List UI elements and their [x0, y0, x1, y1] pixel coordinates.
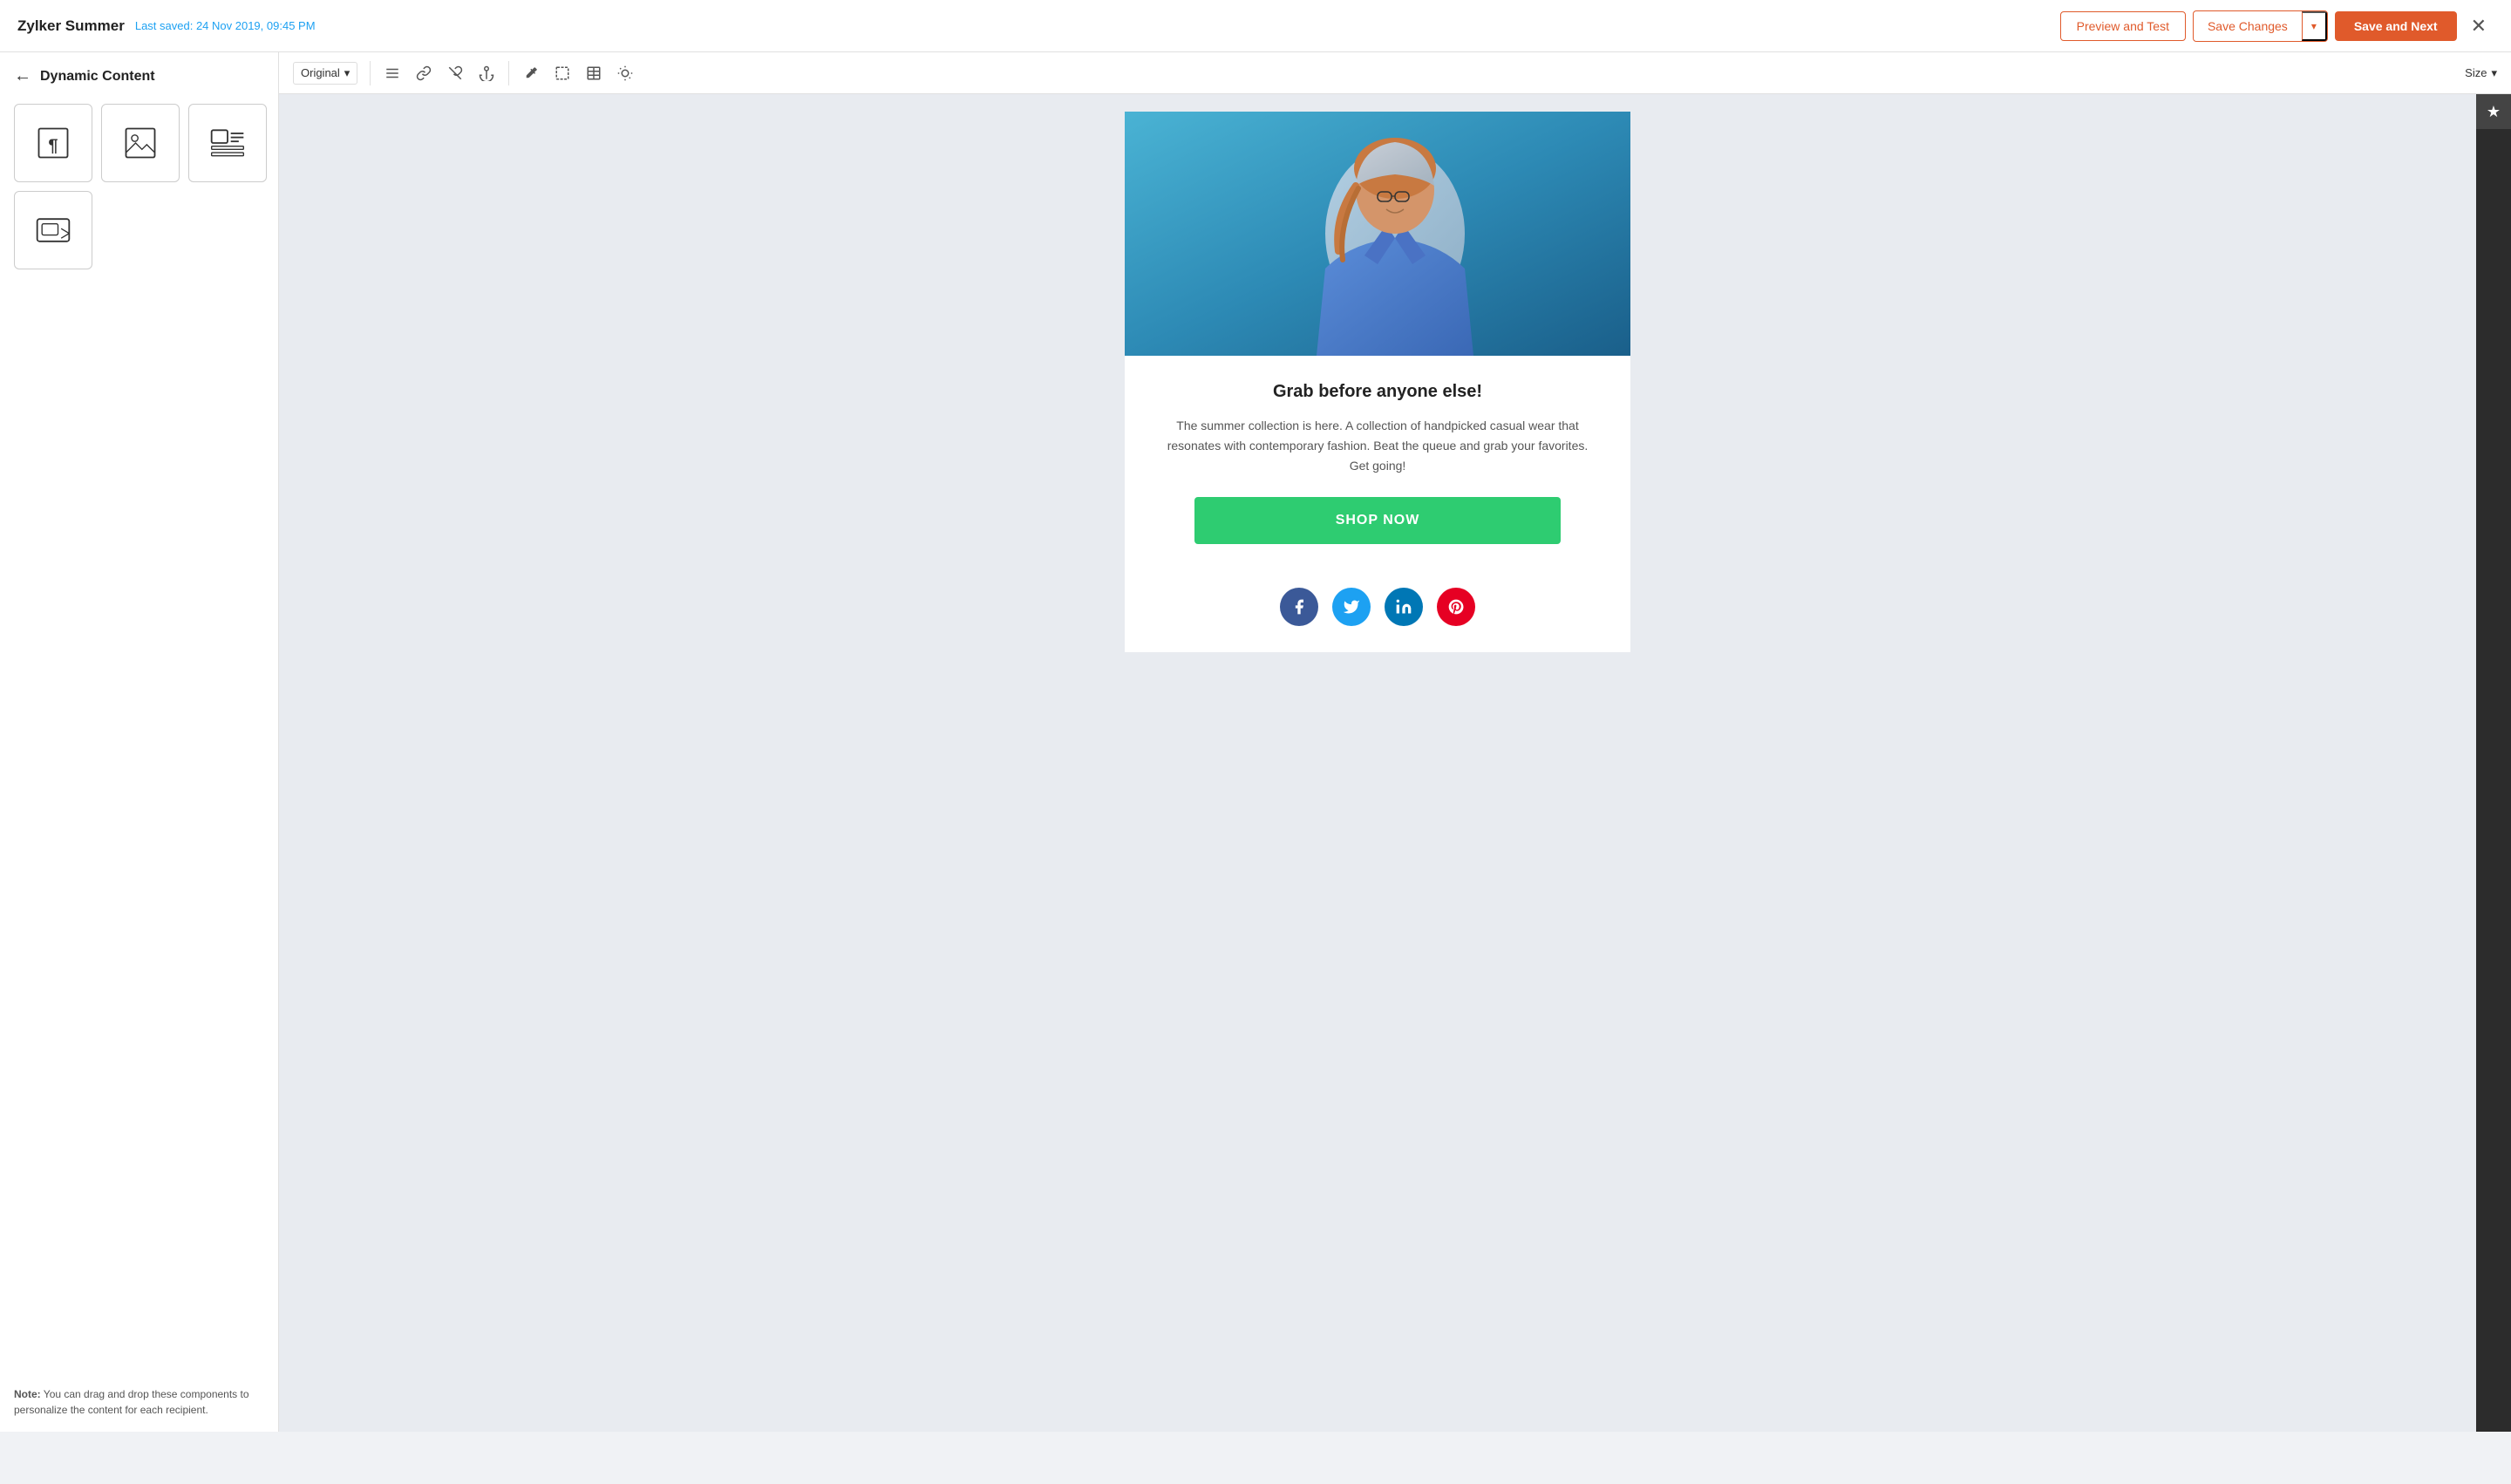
email-body: Grab before anyone else! The summer coll…: [1125, 356, 1630, 570]
selection-icon[interactable]: [553, 64, 572, 83]
back-button[interactable]: ←: [14, 66, 31, 86]
component-grid-row2: [14, 191, 264, 269]
dropdown-chevron: ▾: [344, 66, 350, 80]
table-icon[interactable]: [584, 64, 603, 83]
pinterest-icon[interactable]: [1437, 588, 1475, 626]
email-headline: Grab before anyone else!: [1160, 382, 1596, 402]
dynamic-icon: [34, 211, 72, 249]
right-side-panel: ★: [2476, 52, 2511, 1432]
email-canvas: Grab before anyone else! The summer coll…: [1125, 112, 1630, 652]
text-icon: ¶: [34, 124, 72, 162]
top-header: Zylker Summer Last saved: 24 Nov 2019, 0…: [0, 0, 2511, 52]
email-canvas-area: Grab before anyone else! The summer coll…: [279, 52, 2476, 1432]
sidebar-header: ← Dynamic Content: [14, 66, 264, 86]
original-dropdown[interactable]: Original ▾: [293, 62, 357, 85]
note-label: Note:: [14, 1388, 41, 1400]
save-and-next-button[interactable]: Save and Next: [2335, 11, 2457, 41]
svg-text:¶: ¶: [48, 137, 58, 156]
toolbar-separator-2: [508, 61, 509, 85]
note-text: You can drag and drop these components t…: [14, 1388, 249, 1416]
star-panel-button[interactable]: ★: [2476, 94, 2511, 129]
image-icon: [121, 124, 160, 162]
size-dropdown[interactable]: Size ▾: [2465, 66, 2497, 80]
image-text-block-component[interactable]: [188, 104, 267, 182]
image-block-component[interactable]: [101, 104, 180, 182]
sidebar-note: Note: You can drag and drop these compon…: [14, 1386, 264, 1418]
unlink-icon[interactable]: [446, 64, 465, 83]
save-changes-main-button[interactable]: Save Changes: [2194, 12, 2302, 40]
size-label: Size: [2465, 66, 2487, 79]
dynamic-content-sidebar: ← Dynamic Content ¶: [0, 52, 279, 1432]
effects-icon[interactable]: [616, 64, 635, 83]
original-label: Original: [301, 66, 340, 79]
link-icon[interactable]: [414, 64, 433, 83]
header-left: Zylker Summer Last saved: 24 Nov 2019, 0…: [17, 17, 316, 35]
close-button[interactable]: ✕: [2464, 11, 2494, 41]
align-icon[interactable]: [383, 64, 402, 83]
email-body-text: The summer collection is here. A collect…: [1160, 416, 1596, 476]
shop-now-button[interactable]: SHOP NOW: [1194, 497, 1561, 544]
fill-color-icon[interactable]: [521, 64, 541, 83]
social-icons-row: [1125, 570, 1630, 652]
sidebar-title: Dynamic Content: [40, 69, 155, 85]
image-text-icon: [208, 124, 247, 162]
campaign-title: Zylker Summer: [17, 17, 125, 35]
size-chevron: ▾: [2491, 66, 2497, 80]
twitter-icon[interactable]: [1332, 588, 1371, 626]
anchor-icon[interactable]: [477, 64, 496, 83]
header-actions: Preview and Test Save Changes ▾ Save and…: [2060, 10, 2494, 42]
save-changes-button-group: Save Changes ▾: [2193, 10, 2328, 42]
editor-toolbar: Original ▾ Size ▾: [279, 52, 2511, 94]
hero-svg: [1125, 112, 1630, 356]
text-block-component[interactable]: ¶: [14, 104, 92, 182]
last-saved-text: Last saved: 24 Nov 2019, 09:45 PM: [135, 19, 316, 32]
toolbar-separator-1: [370, 61, 371, 85]
facebook-icon[interactable]: [1280, 588, 1318, 626]
linkedin-icon[interactable]: [1385, 588, 1423, 626]
email-hero-image: [1125, 112, 1630, 356]
main-layout: ← Dynamic Content ¶: [0, 52, 2511, 1432]
component-grid-row1: ¶: [14, 104, 264, 182]
save-changes-dropdown-arrow[interactable]: ▾: [2302, 11, 2327, 41]
dynamic-block-component[interactable]: [14, 191, 92, 269]
preview-and-test-button[interactable]: Preview and Test: [2060, 11, 2186, 41]
